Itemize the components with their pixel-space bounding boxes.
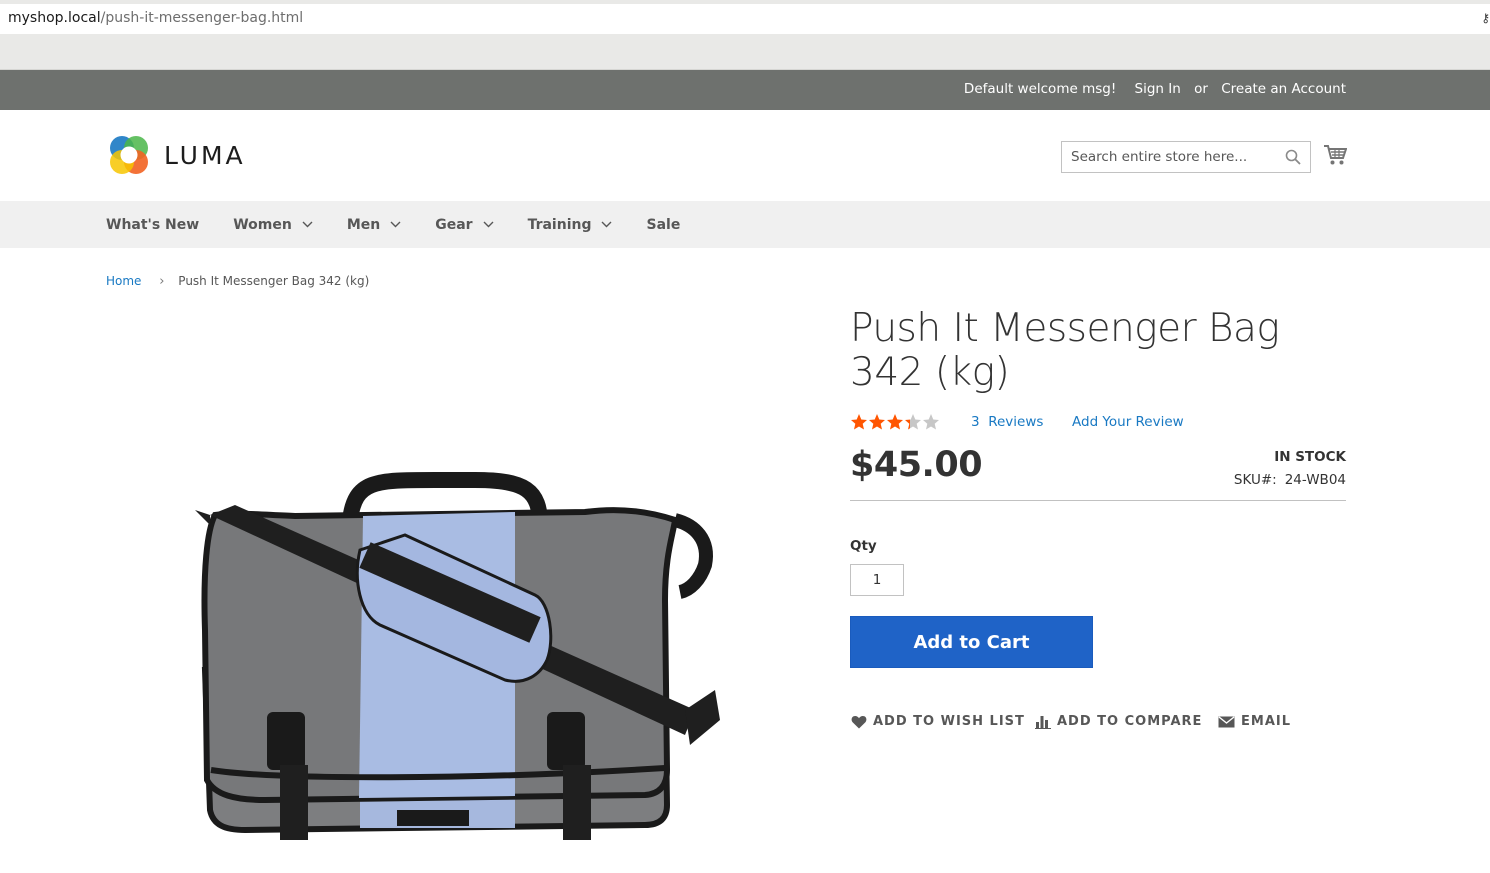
nav-item-label: Sale xyxy=(646,216,681,233)
stock-status: IN STOCK xyxy=(1274,449,1346,465)
breadcrumb: Home › Push It Messenger Bag 342 (kg) xyxy=(106,274,369,289)
chevron-down-icon xyxy=(390,221,401,228)
search-box xyxy=(1061,141,1311,173)
product-price: $45.00 xyxy=(850,445,983,485)
sku-value: 24-WB04 xyxy=(1284,472,1346,488)
nav-item-label: Women xyxy=(233,216,292,233)
product-sku: SKU#: 24-WB04 xyxy=(1234,472,1346,488)
star-icon xyxy=(905,414,921,430)
reviews-count: 3 xyxy=(971,414,980,430)
luma-logo[interactable]: LUMA xyxy=(106,132,296,178)
star-icon xyxy=(887,414,903,430)
nav-item-whats-new[interactable]: What's New xyxy=(106,217,199,233)
nav-item-label: Gear xyxy=(435,216,473,233)
nav-item-training[interactable]: Training xyxy=(528,217,613,233)
nav-item-sale[interactable]: Sale xyxy=(646,217,680,233)
sign-in-link[interactable]: Sign In xyxy=(1135,81,1181,97)
rating-stars xyxy=(851,414,939,430)
add-review-link[interactable]: Add Your Review xyxy=(1072,414,1184,430)
divider xyxy=(850,500,1346,501)
site-header: LUMA xyxy=(0,110,1490,201)
add-to-compare-link[interactable]: ADD TO COMPARE xyxy=(1035,714,1202,729)
email-label: EMAIL xyxy=(1241,714,1291,729)
compare-label: ADD TO COMPARE xyxy=(1057,714,1203,729)
url-path: /push-it-messenger-bag.html xyxy=(100,10,304,26)
search-input[interactable] xyxy=(1062,142,1282,172)
logo-text: LUMA xyxy=(164,141,246,170)
heart-icon xyxy=(851,715,867,728)
add-to-wishlist-link[interactable]: ADD TO WISH LIST xyxy=(851,714,1025,729)
star-icon xyxy=(923,414,939,430)
key-icon[interactable]: ⚷ xyxy=(1481,11,1490,25)
qty-input[interactable] xyxy=(850,564,904,596)
email-link[interactable]: EMAIL xyxy=(1218,714,1291,729)
nav-item-gear[interactable]: Gear xyxy=(435,216,494,233)
nav-items: What's New Women Men Gear Training Sale xyxy=(106,201,714,248)
reviews-link[interactable]: 3 Reviews xyxy=(971,414,1043,430)
add-to-cart-button[interactable]: Add to Cart xyxy=(850,616,1093,668)
or-text: or xyxy=(1194,81,1208,97)
luma-logo-icon xyxy=(110,136,148,174)
star-icon xyxy=(851,414,867,430)
star-icon xyxy=(869,414,885,430)
chevron-down-icon xyxy=(483,221,494,228)
browser-toolbar-strip xyxy=(0,34,1490,70)
chevron-down-icon xyxy=(302,221,313,228)
panel-header: Default welcome msg! Sign In or Create a… xyxy=(0,70,1490,110)
qty-label: Qty xyxy=(850,538,877,554)
breadcrumb-home-link[interactable]: Home xyxy=(106,274,141,288)
main-navigation: What's New Women Men Gear Training Sale xyxy=(0,201,1490,248)
sku-label: SKU#: xyxy=(1233,472,1277,488)
wishlist-label: ADD TO WISH LIST xyxy=(873,714,1025,729)
create-account-link[interactable]: Create an Account xyxy=(1221,81,1346,97)
product-image[interactable] xyxy=(175,340,735,860)
product-title: Push It Messenger Bag 342 (kg) xyxy=(850,306,1280,395)
welcome-message: Default welcome msg! xyxy=(963,81,1117,97)
nav-item-label: Men xyxy=(346,216,381,233)
envelope-icon xyxy=(1218,715,1235,727)
compare-icon xyxy=(1035,715,1051,729)
nav-item-women[interactable]: Women xyxy=(233,217,313,233)
search-icon[interactable] xyxy=(1285,149,1301,165)
nav-item-men[interactable]: Men xyxy=(347,217,401,233)
url-host: myshop.local xyxy=(8,10,101,26)
browser-address-bar[interactable]: myshop.local/push-it-messenger-bag.html … xyxy=(0,0,1490,34)
cart-icon[interactable] xyxy=(1323,144,1347,166)
panel-links: Default welcome msg! Sign In or Create a… xyxy=(958,81,1346,97)
breadcrumb-separator: › xyxy=(159,274,165,289)
nav-item-label: What's New xyxy=(106,216,200,233)
breadcrumb-current: Push It Messenger Bag 342 (kg) xyxy=(178,274,370,288)
url-text[interactable]: myshop.local/push-it-messenger-bag.html xyxy=(8,10,303,26)
reviews-label: Reviews xyxy=(988,414,1044,430)
nav-item-label: Training xyxy=(527,216,592,233)
chevron-down-icon xyxy=(601,221,612,228)
